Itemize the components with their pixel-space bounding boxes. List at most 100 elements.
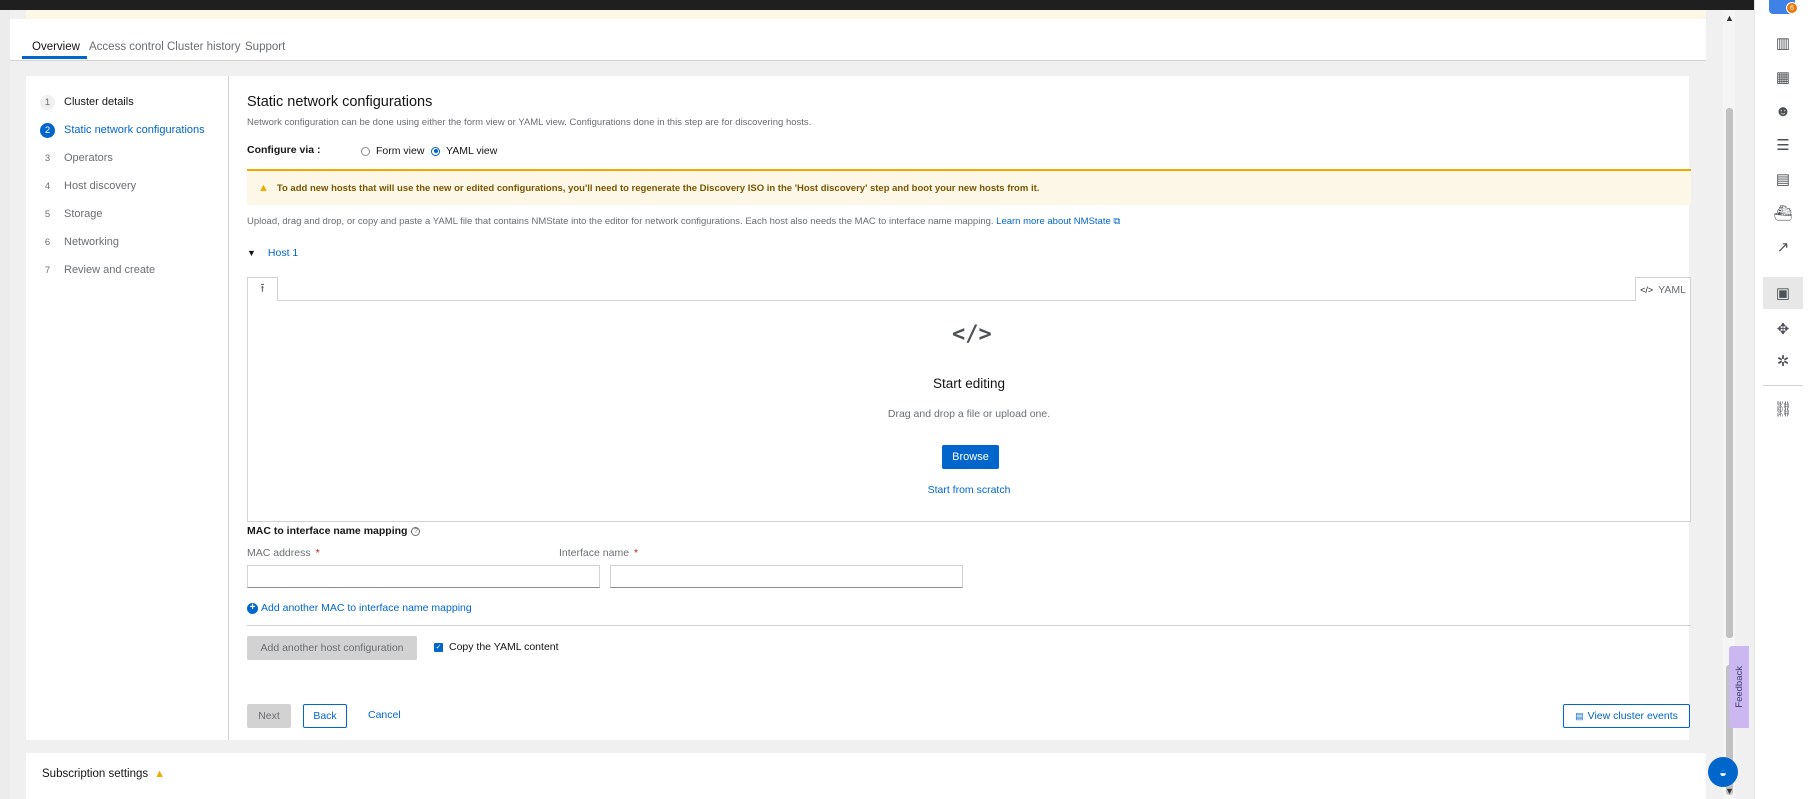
alert-banner-strip bbox=[26, 10, 1706, 19]
wizard-step-storage[interactable]: 5 Storage bbox=[40, 205, 103, 223]
host-1-toggle[interactable]: ▼ Host 1 bbox=[247, 247, 298, 259]
scroll-down-icon[interactable]: ▼ bbox=[1725, 786, 1734, 796]
chat-icon: ◒ bbox=[1719, 764, 1727, 780]
editor-language-label: YAML bbox=[1658, 283, 1686, 296]
step-number: 3 bbox=[44, 152, 51, 164]
feedback-tab[interactable]: Feedback bbox=[1729, 646, 1749, 728]
checkbox-checked-icon: ✓ bbox=[434, 642, 443, 652]
wizard-step-review[interactable]: 7 Review and create bbox=[40, 261, 155, 279]
subscription-title[interactable]: Subscription settings ▲ bbox=[42, 768, 165, 780]
required-mark: * bbox=[634, 547, 639, 559]
link-icon[interactable]: ⛓ bbox=[1772, 398, 1794, 420]
settings-cog-icon[interactable]: ✲ bbox=[1772, 350, 1794, 372]
trend-chart-icon[interactable]: ↗ bbox=[1772, 236, 1794, 258]
upload-icon[interactable]: ⭱ bbox=[247, 277, 278, 301]
step-label: Cluster details bbox=[64, 96, 134, 108]
wizard-step-host-discovery[interactable]: 4 Host discovery bbox=[40, 177, 136, 195]
database-icon[interactable]: ☰ bbox=[1772, 134, 1794, 156]
step-label: Review and create bbox=[64, 264, 156, 276]
chat-assistant-button[interactable]: ◒ bbox=[1708, 757, 1738, 787]
back-button[interactable]: Back bbox=[303, 704, 347, 728]
drag-drop-hint: Drag and drop a file or upload one. bbox=[887, 408, 1051, 420]
editor-language-tab: </> YAML bbox=[1635, 277, 1691, 301]
yaml-editor: ⭱ </> YAML </> Start editing Drag and dr… bbox=[247, 277, 1691, 522]
wizard-step-cluster-details[interactable]: 1 Cluster details bbox=[40, 93, 134, 111]
scroll-up-icon[interactable]: ▲ bbox=[1725, 13, 1734, 23]
wizard-step-static-network[interactable]: 2 Static network configurations bbox=[40, 121, 205, 139]
puzzle-icon[interactable]: ✥ bbox=[1772, 318, 1794, 340]
page-title: Static network configurations bbox=[247, 94, 433, 110]
radio-circle-selected bbox=[431, 146, 440, 156]
radio-yaml-view[interactable]: YAML view bbox=[431, 145, 497, 157]
tab-support[interactable]: Support bbox=[245, 41, 285, 53]
wizard-nav: 1 Cluster details 2 Static network confi… bbox=[26, 76, 229, 740]
feedback-label: Feedback bbox=[1733, 666, 1745, 708]
plus-circle-icon: + bbox=[247, 602, 258, 614]
events-icon: ▤ bbox=[1575, 710, 1584, 721]
copy-yaml-label: Copy the YAML content bbox=[449, 641, 559, 653]
step-number: 2 bbox=[40, 122, 55, 138]
tab-access-control[interactable]: Access control bbox=[89, 41, 164, 53]
users-group-icon[interactable]: ☻ bbox=[1772, 100, 1794, 122]
copy-yaml-checkbox[interactable]: ✓ Copy the YAML content bbox=[434, 641, 559, 653]
left-edge bbox=[0, 10, 10, 799]
step-number: 7 bbox=[44, 264, 51, 276]
table-icon[interactable]: ▤ bbox=[1772, 168, 1794, 190]
ship-icon[interactable]: ⛴ bbox=[1772, 202, 1794, 224]
radio-label: YAML view bbox=[446, 145, 498, 157]
cancel-button[interactable]: Cancel bbox=[368, 709, 401, 721]
help-icon[interactable]: ? bbox=[411, 526, 421, 536]
browse-button[interactable]: Browse bbox=[942, 445, 999, 469]
upload-description: Upload, drag and drop, or copy and paste… bbox=[247, 216, 1120, 227]
configure-via-label: Configure via : bbox=[247, 144, 321, 156]
code-icon: </> bbox=[1640, 284, 1654, 295]
tab-cluster-history[interactable]: Cluster history bbox=[167, 41, 241, 53]
warning-triangle-icon: ▲ bbox=[258, 182, 269, 194]
next-button[interactable]: Next bbox=[247, 704, 291, 728]
start-from-scratch-link[interactable]: Start from scratch bbox=[928, 484, 1011, 496]
editor-empty-state[interactable]: </> Start editing Drag and drop a file o… bbox=[247, 301, 1691, 522]
subscription-card: Subscription settings ▲ bbox=[26, 753, 1706, 799]
interface-name-label: Interface name * bbox=[559, 547, 638, 559]
scrollbar-thumb[interactable] bbox=[1726, 108, 1733, 638]
radio-form-view[interactable]: Form view bbox=[361, 145, 424, 157]
add-mac-mapping-link[interactable]: + Add another MAC to interface name mapp… bbox=[247, 602, 472, 614]
warning-text: To add new hosts that will use the new o… bbox=[276, 182, 1040, 194]
subscription-title-text: Subscription settings bbox=[42, 768, 149, 780]
step-label: Storage bbox=[64, 208, 103, 220]
mac-address-input[interactable] bbox=[247, 565, 600, 588]
rail-divider bbox=[1763, 385, 1803, 386]
warning-alert: ▲ To add new hosts that will use the new… bbox=[247, 169, 1691, 205]
start-editing-title: Start editing bbox=[932, 376, 1006, 391]
warning-triangle-icon: ▲ bbox=[154, 768, 166, 780]
columns-icon[interactable]: ▥ bbox=[1772, 32, 1794, 54]
required-mark: * bbox=[315, 547, 320, 559]
chevron-down-icon: ▼ bbox=[247, 248, 256, 258]
step-number: 6 bbox=[44, 236, 51, 248]
view-cluster-events-button[interactable]: ▤ View cluster events bbox=[1563, 704, 1690, 728]
right-rail: 6 ▥ ▦ ☻ ☰ ▤ ⛴ ↗ ▣ ✥ ✲ ⛓ bbox=[1754, 0, 1810, 799]
monitor-check-icon[interactable]: ▣ bbox=[1763, 277, 1803, 309]
wizard-step-operators[interactable]: 3 Operators bbox=[40, 149, 113, 167]
wizard: 1 Cluster details 2 Static network confi… bbox=[26, 76, 1691, 740]
apps-grid-icon[interactable]: ▦ bbox=[1772, 66, 1794, 88]
page-description: Network configuration can be done using … bbox=[247, 117, 812, 128]
wizard-step-networking[interactable]: 6 Networking bbox=[40, 233, 119, 251]
step-label: Operators bbox=[64, 152, 113, 164]
learn-more-text: Learn more about NMState bbox=[996, 216, 1111, 227]
tab-overview[interactable]: Overview bbox=[32, 41, 80, 53]
step-number: 5 bbox=[44, 208, 51, 220]
step-label: Host discovery bbox=[64, 180, 137, 192]
view-cluster-events-text: View cluster events bbox=[1587, 710, 1678, 722]
active-tab-indicator bbox=[22, 56, 87, 59]
add-mac-mapping-text: Add another MAC to interface name mappin… bbox=[261, 602, 472, 614]
top-bar bbox=[0, 0, 1810, 10]
learn-more-link[interactable]: Learn more about NMState ⧉ bbox=[996, 216, 1120, 227]
host-label: Host 1 bbox=[267, 247, 299, 259]
radio-label: Form view bbox=[376, 145, 425, 157]
step-label: Static network configurations bbox=[64, 124, 205, 136]
add-host-config-button[interactable]: Add another host configuration bbox=[247, 636, 417, 660]
interface-name-input[interactable] bbox=[610, 565, 963, 588]
interface-name-label-text: Interface name bbox=[559, 547, 630, 559]
step-number: 1 bbox=[40, 94, 55, 110]
